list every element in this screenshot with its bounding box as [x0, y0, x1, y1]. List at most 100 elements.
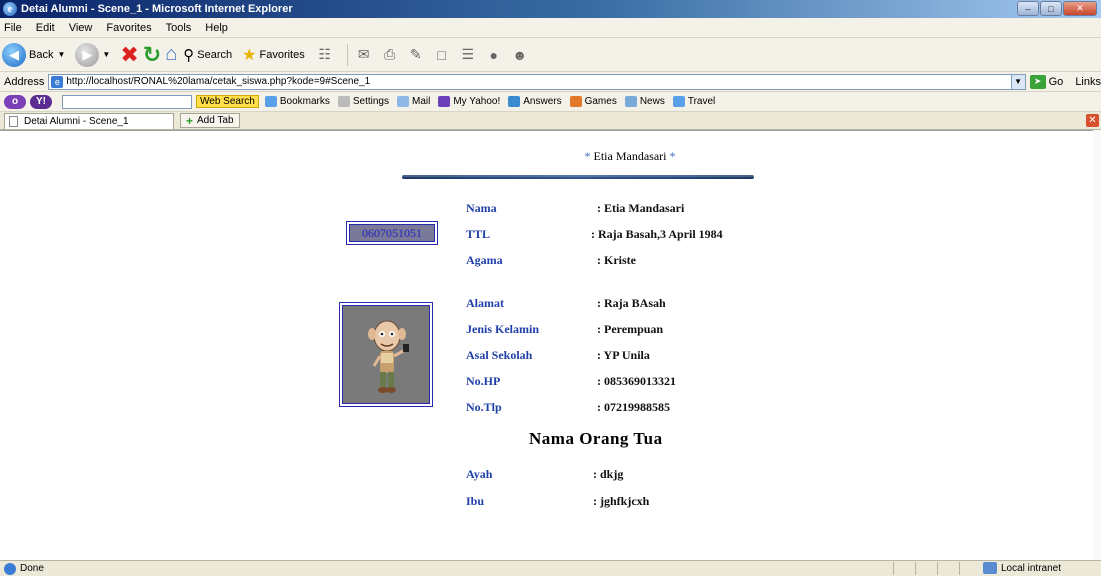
- home-icon[interactable]: ⌂: [165, 43, 177, 66]
- yahoo-my-yahoo[interactable]: My Yahoo!: [438, 96, 500, 107]
- yahoo-mail[interactable]: Mail: [397, 96, 430, 107]
- value-agama: : Kriste: [597, 253, 636, 267]
- settings-icon: [337, 96, 350, 107]
- back-arrow-icon: ◀: [2, 42, 26, 67]
- research-icon[interactable]: ☰: [458, 46, 478, 64]
- menu-file[interactable]: File: [4, 22, 22, 34]
- student-heading: * Etia Mandasari *: [500, 149, 760, 164]
- status-text: Done: [20, 563, 44, 574]
- address-label: Address: [4, 75, 45, 88]
- yahoo-toolbar: o Y! Web Search Bookmarks Settings Mail …: [0, 92, 1101, 112]
- label-nama: Nama: [466, 201, 497, 215]
- mail-icon[interactable]: ✉: [354, 46, 374, 64]
- add-tab-label: Add Tab: [197, 115, 234, 126]
- links-button[interactable]: Links: [1075, 76, 1101, 88]
- plus-icon: +: [186, 113, 194, 128]
- internet-explorer-icon: e: [3, 2, 17, 16]
- bookmarks-icon: [264, 96, 277, 107]
- go-button[interactable]: ➤ Go: [1029, 74, 1064, 89]
- value-jenis-kelamin: : Perempuan: [597, 322, 664, 336]
- go-label: Go: [1048, 75, 1064, 88]
- value-asal-sekolah: : YP Unila: [597, 348, 650, 362]
- tab-detai-alumni[interactable]: Detai Alumni - Scene_1: [4, 112, 174, 129]
- page-status-icon: [4, 562, 16, 575]
- menu-bar: File Edit View Favorites Tools Help: [0, 18, 1101, 38]
- nis-number: 0607051051: [349, 224, 435, 242]
- value-nama: : Etia Mandasari: [597, 201, 685, 215]
- refresh-icon[interactable]: ↻: [143, 42, 161, 68]
- student-heading-name: Etia Mandasari: [593, 149, 667, 163]
- value-no-hp: : 085369013321: [597, 374, 676, 388]
- label-ibu: Ibu: [466, 494, 485, 508]
- label-no-tlp: No.Tlp: [466, 400, 502, 414]
- history-icon[interactable]: ☷: [315, 46, 335, 64]
- security-zone: Local intranet: [982, 562, 1061, 574]
- minimize-button[interactable]: –: [1017, 1, 1039, 16]
- menu-tools[interactable]: Tools: [166, 22, 192, 34]
- favorites-button[interactable]: ★ Favorites: [242, 45, 305, 65]
- label-ayah: Ayah: [466, 467, 493, 481]
- mail-envelope-icon: [397, 96, 409, 107]
- window-controls: – □ ✕: [1017, 1, 1097, 16]
- add-tab-button[interactable]: + Add Tab: [180, 113, 240, 128]
- answers-icon: [508, 96, 521, 107]
- edit-icon[interactable]: ✎: [406, 46, 426, 64]
- address-input[interactable]: e http://localhost/RONAL%20lama/cetak_si…: [48, 73, 1026, 90]
- nis-box: 0607051051: [346, 221, 438, 245]
- status-bar: Done Local intranet: [0, 560, 1101, 576]
- contacts-icon[interactable]: ☻: [510, 46, 530, 64]
- menu-help[interactable]: Help: [205, 22, 228, 34]
- menu-favorites[interactable]: Favorites: [106, 22, 151, 34]
- search-button[interactable]: ⚲ Search: [183, 46, 232, 64]
- menu-edit[interactable]: Edit: [36, 22, 55, 34]
- search-icon: ⚲: [183, 46, 195, 64]
- yahoo-y-icon[interactable]: Y!: [30, 94, 52, 109]
- forward-button[interactable]: ▶ ▼: [75, 42, 110, 67]
- messenger-icon[interactable]: ●: [484, 46, 504, 64]
- my-yahoo-icon: [438, 96, 451, 107]
- menu-view[interactable]: View: [69, 22, 93, 34]
- label-ttl: TTL: [466, 227, 491, 241]
- value-ttl: : Raja Basah,3 April 1984: [591, 227, 723, 241]
- star-left: *: [584, 149, 591, 163]
- vertical-scrollbar[interactable]: [1093, 130, 1101, 560]
- address-url: http://localhost/RONAL%20lama/cetak_sisw…: [66, 76, 371, 87]
- tab-title: Detai Alumni - Scene_1: [24, 115, 129, 127]
- label-agama: Agama: [466, 253, 503, 267]
- forward-dropdown-icon[interactable]: ▼: [102, 50, 110, 59]
- page-content: * Etia Mandasari * 0607051051 Nama: Eti…: [0, 130, 1101, 560]
- yahoo-search-input[interactable]: [62, 94, 192, 109]
- back-button[interactable]: ◀ Back ▼: [2, 42, 65, 67]
- label-jenis-kelamin: Jenis Kelamin: [466, 322, 540, 336]
- favorites-star-icon: ★: [242, 46, 257, 64]
- value-ibu: : jghfkjcxh: [593, 494, 650, 508]
- yahoo-travel[interactable]: Travel: [672, 96, 715, 107]
- close-button[interactable]: ✕: [1063, 1, 1097, 16]
- student-photo: [339, 302, 433, 407]
- yahoo-news[interactable]: News: [624, 96, 665, 107]
- value-alamat: : Raja BAsah: [597, 296, 666, 310]
- discuss-icon[interactable]: □: [432, 46, 452, 64]
- forward-arrow-icon: ▶: [75, 42, 100, 67]
- address-dropdown-icon[interactable]: ▼: [1010, 74, 1025, 89]
- close-tab-icon[interactable]: ✕: [1086, 114, 1099, 127]
- intranet-zone-icon: [982, 562, 997, 574]
- title-bar: e Detai Alumni - Scene_1 - Microsoft Int…: [0, 0, 1101, 18]
- web-search-button[interactable]: Web Search: [196, 95, 259, 108]
- yahoo-games[interactable]: Games: [569, 96, 617, 107]
- tab-bar: Detai Alumni - Scene_1 + Add Tab ✕: [0, 112, 1101, 130]
- label-asal-sekolah: Asal Sekolah: [466, 348, 533, 362]
- toolbar-separator: [346, 43, 348, 66]
- back-dropdown-icon[interactable]: ▼: [57, 50, 65, 59]
- yahoo-answers[interactable]: Answers: [508, 96, 562, 107]
- yahoo-logo-icon[interactable]: o: [4, 94, 26, 109]
- print-icon[interactable]: ⎙: [380, 46, 400, 64]
- status-cells: [893, 562, 981, 575]
- window-title: Detai Alumni - Scene_1 - Microsoft Inter…: [21, 3, 293, 15]
- yahoo-settings[interactable]: Settings: [337, 96, 389, 107]
- yahoo-bookmarks[interactable]: Bookmarks: [264, 96, 330, 107]
- maximize-button[interactable]: □: [1040, 1, 1062, 16]
- cartoon-character-icon: [342, 305, 430, 404]
- stop-icon[interactable]: ✖: [120, 42, 138, 68]
- standard-toolbar: ◀ Back ▼ ▶ ▼ ✖ ↻ ⌂ ⚲ Search ★ Favorites …: [0, 38, 1101, 72]
